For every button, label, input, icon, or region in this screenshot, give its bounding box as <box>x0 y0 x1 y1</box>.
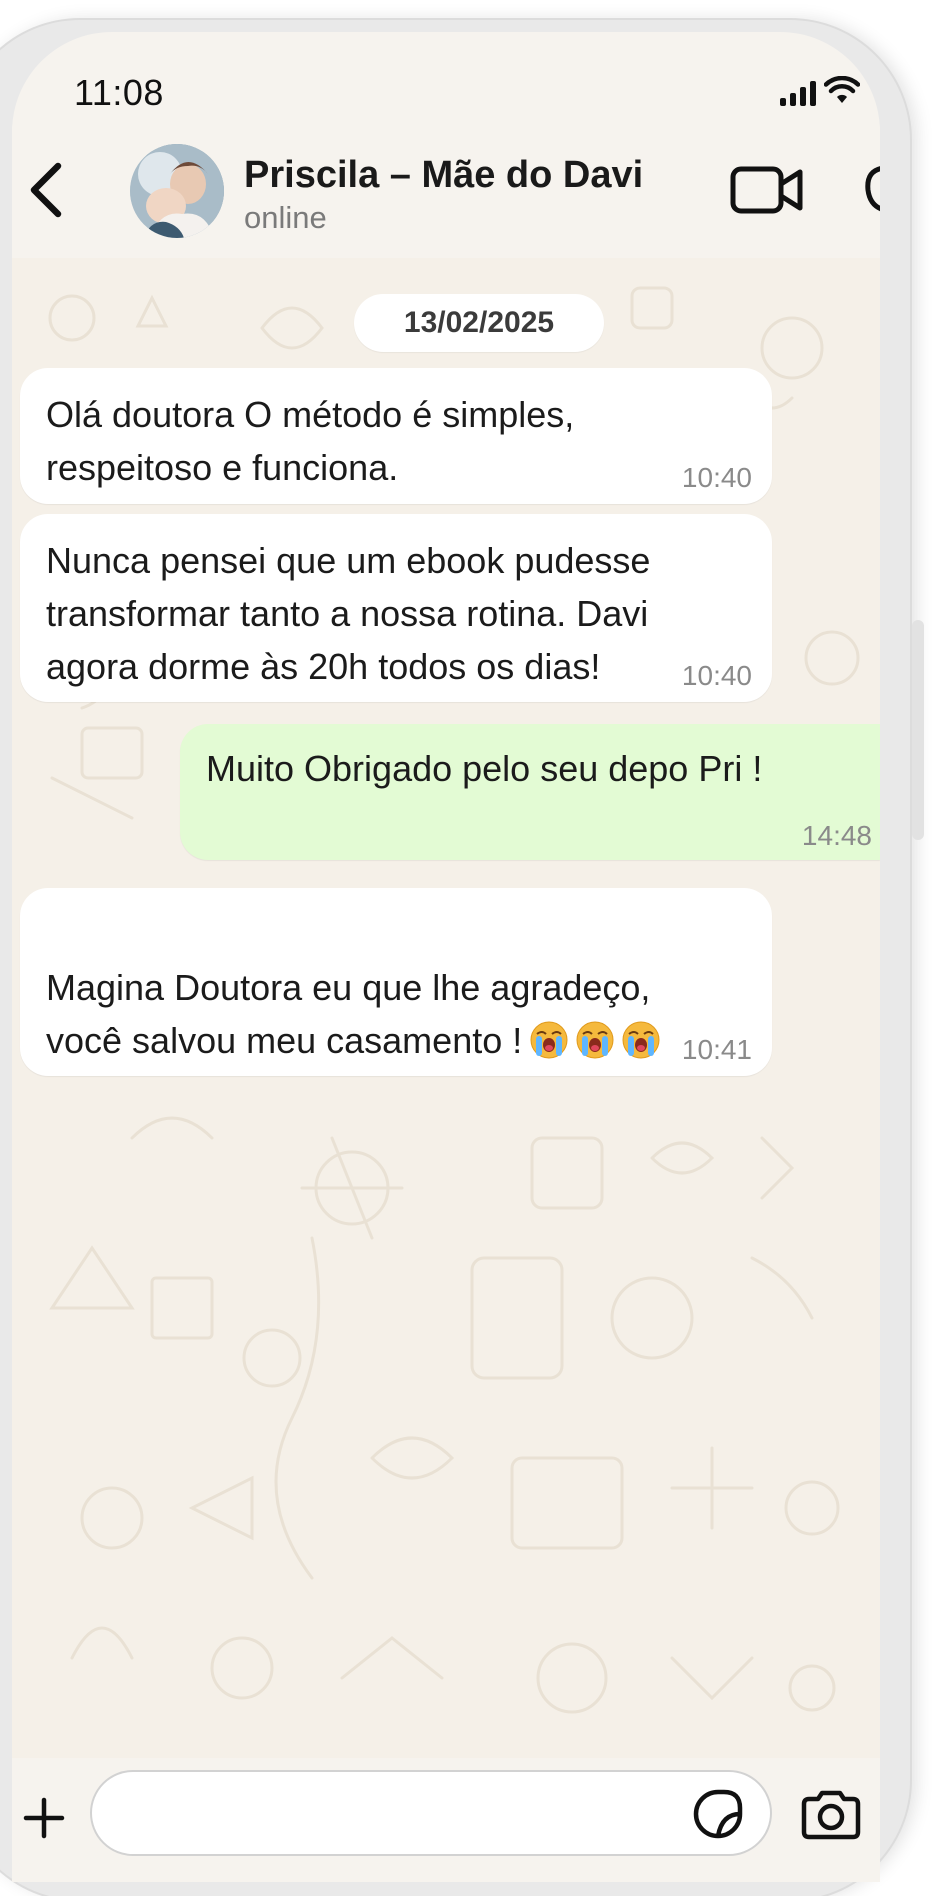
message-text: Olá doutora O método é simples, respeito… <box>46 394 575 488</box>
message-bubble-incoming[interactable]: Magina Doutora eu que lhe agradeço, você… <box>20 888 772 1076</box>
loudly-crying-face-icon <box>576 1021 614 1059</box>
contact-status: online <box>244 200 327 235</box>
back-icon[interactable] <box>22 160 70 220</box>
date-separator: 13/02/2025 <box>354 294 604 352</box>
message-text: Muito Obrigado pelo seu depo Pri ! <box>206 748 763 789</box>
video-call-icon[interactable] <box>730 164 804 216</box>
message-time: 10:40 <box>681 660 752 691</box>
message-time: 10:40 <box>681 462 752 493</box>
wifi-icon <box>824 76 860 103</box>
chat-screen: 11:08 Priscila – Mãe do Davi online 13/0… <box>12 32 880 1882</box>
message-bubble-incoming[interactable]: Nunca pensei que um ebook pudesse transf… <box>20 514 772 702</box>
message-bubble-outgoing[interactable]: Muito Obrigado pelo seu depo Pri ! 14:48 <box>180 724 880 860</box>
signal-icon <box>780 80 816 106</box>
loudly-crying-face-icon <box>530 1021 568 1059</box>
message-text: Magina Doutora eu que lhe agradeço, você… <box>46 908 660 1067</box>
message-list[interactable]: 13/02/2025 Olá doutora O método é simple… <box>12 258 880 1758</box>
loudly-crying-face-icon <box>622 1021 660 1059</box>
message-input-bar <box>12 1758 880 1882</box>
phone-mockup: 11:08 Priscila – Mãe do Davi online 13/0… <box>0 0 936 1896</box>
message-bubble-incoming[interactable]: Olá doutora O método é simples, respeito… <box>20 368 772 504</box>
camera-icon[interactable] <box>800 1790 862 1840</box>
emoji-group <box>522 1020 660 1061</box>
message-input[interactable] <box>90 1770 772 1856</box>
chat-header: Priscila – Mãe do Davi online <box>12 124 880 258</box>
message-time: 14:48 <box>801 820 872 851</box>
message-time: 10:41 <box>681 1034 752 1065</box>
contact-name[interactable]: Priscila – Mãe do Davi <box>244 154 643 197</box>
sticker-icon[interactable] <box>692 1788 744 1840</box>
phone-call-icon[interactable] <box>854 160 880 216</box>
status-time: 11:08 <box>74 72 164 113</box>
message-text: Nunca pensei que um ebook pudesse transf… <box>46 540 651 687</box>
plus-icon[interactable] <box>22 1796 66 1840</box>
avatar[interactable] <box>130 144 224 238</box>
status-icons <box>780 76 860 106</box>
phone-side-button <box>912 620 924 840</box>
